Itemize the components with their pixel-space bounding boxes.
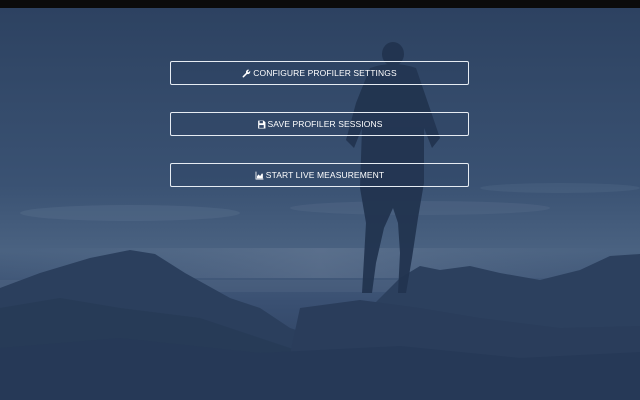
- configure-profiler-settings-label: CONFIGURE PROFILER SETTINGS: [253, 68, 397, 78]
- save-profiler-sessions-button[interactable]: SAVE PROFILER SESSIONS: [170, 112, 469, 136]
- main-menu: CONFIGURE PROFILER SETTINGS SAVE PROFILE…: [170, 61, 469, 214]
- start-live-measurement-button[interactable]: START LIVE MEASUREMENT: [170, 163, 469, 187]
- floppy-disk-icon: [257, 120, 266, 129]
- save-profiler-sessions-label: SAVE PROFILER SESSIONS: [267, 119, 383, 129]
- configure-profiler-settings-button[interactable]: CONFIGURE PROFILER SETTINGS: [170, 61, 469, 85]
- area-chart-icon: [255, 171, 264, 180]
- start-live-measurement-label: START LIVE MEASUREMENT: [265, 170, 385, 180]
- window-top-bar: [0, 0, 640, 8]
- app-screen: CONFIGURE PROFILER SETTINGS SAVE PROFILE…: [0, 0, 640, 400]
- wrench-icon: [242, 69, 251, 78]
